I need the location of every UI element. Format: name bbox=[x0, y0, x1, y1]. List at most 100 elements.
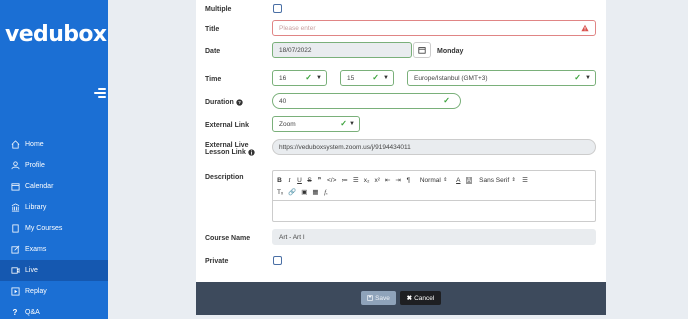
external-link-select[interactable]: Zoom ✓ ▼ bbox=[272, 116, 360, 132]
bold-button[interactable]: B bbox=[277, 177, 282, 184]
cancel-button[interactable]: ✖ Cancel bbox=[400, 291, 441, 305]
italic-button[interactable]: I bbox=[287, 177, 292, 184]
bullet-list-button[interactable]: ☰ bbox=[353, 176, 359, 184]
sidebar-item-qa[interactable]: ? Q&A bbox=[0, 302, 108, 319]
font-select[interactable]: Sans Serif bbox=[479, 177, 509, 184]
title-input[interactable]: Please enter bbox=[272, 20, 596, 36]
date-input[interactable]: 18/07/2022 bbox=[272, 42, 412, 58]
external-link-value: Zoom bbox=[279, 120, 296, 128]
valid-check-icon: ✓ bbox=[305, 73, 312, 82]
hour-value: 16 bbox=[279, 74, 287, 82]
external-live-label-line2: Lesson Link bbox=[205, 149, 246, 156]
hour-select[interactable]: 16 ✓ ▼ bbox=[272, 70, 327, 86]
question-icon: ? bbox=[12, 308, 18, 317]
editor-content-area[interactable] bbox=[273, 201, 595, 222]
menu-toggle-icon[interactable] bbox=[94, 86, 108, 100]
private-label: Private bbox=[205, 257, 229, 265]
valid-check-icon: ✓ bbox=[443, 96, 450, 105]
chevron-down-icon: ▼ bbox=[349, 121, 355, 127]
form-footer: Save ✖ Cancel bbox=[196, 282, 606, 315]
edit-icon bbox=[10, 245, 20, 255]
indent-button[interactable]: ⇥ bbox=[395, 176, 400, 184]
save-icon bbox=[367, 295, 373, 301]
info-circle-icon bbox=[248, 149, 255, 156]
chevron-down-icon: ▼ bbox=[316, 75, 322, 81]
duration-value: 40 bbox=[279, 97, 287, 105]
timezone-select[interactable]: Europe/Istanbul (GMT+3) ✓ ▼ bbox=[407, 70, 596, 86]
sidebar-item-label: Library bbox=[25, 204, 47, 211]
book-icon bbox=[10, 224, 20, 234]
user-icon bbox=[10, 161, 20, 171]
description-editor: B I U S ❞ </> ≔ ☰ x₂ x² ⇤ ⇥ ¶ Normal ⇕ A… bbox=[272, 170, 596, 222]
editor-toolbar: B I U S ❞ </> ≔ ☰ x₂ x² ⇤ ⇥ ¶ Normal ⇕ A… bbox=[273, 171, 595, 201]
clear-format-button[interactable]: Tₓ bbox=[277, 189, 283, 196]
code-button[interactable]: </> bbox=[327, 177, 336, 184]
video-embed-icon[interactable]: ▦ bbox=[312, 188, 318, 196]
sidebar: vedubox Home Profile Calendar Library My… bbox=[0, 0, 108, 319]
image-icon[interactable]: ▣ bbox=[301, 188, 307, 196]
chevron-down-icon: ▼ bbox=[585, 75, 591, 81]
svg-text:?: ? bbox=[238, 100, 241, 105]
sidebar-item-label: Live bbox=[25, 267, 38, 274]
strike-button[interactable]: S bbox=[307, 177, 312, 184]
sidebar-item-replay[interactable]: Replay bbox=[0, 281, 108, 302]
outdent-button[interactable]: ⇤ bbox=[385, 176, 390, 184]
direction-button[interactable]: ¶ bbox=[406, 177, 411, 184]
sidebar-item-label: Profile bbox=[25, 162, 45, 169]
home-icon bbox=[10, 140, 20, 150]
question-circle-icon: ? bbox=[236, 98, 243, 106]
course-name-label: Course Name bbox=[205, 234, 251, 242]
sidebar-item-label: Q&A bbox=[25, 309, 40, 316]
background-color-icon[interactable]: A bbox=[465, 176, 473, 184]
date-value: 18/07/2022 bbox=[279, 46, 312, 54]
minute-select[interactable]: 15 ✓ ▼ bbox=[340, 70, 394, 86]
sidebar-item-library[interactable]: Library bbox=[0, 197, 108, 218]
sidebar-item-label: Home bbox=[25, 141, 44, 148]
font-color-icon[interactable]: A bbox=[456, 177, 461, 184]
external-live-link-input[interactable]: https://veduboxsystem.zoom.us/j/91944340… bbox=[272, 139, 596, 155]
multiple-checkbox[interactable] bbox=[273, 4, 282, 13]
calendar-button[interactable] bbox=[413, 42, 431, 58]
formula-button[interactable]: fₓ bbox=[324, 189, 329, 196]
sidebar-item-exams[interactable]: Exams bbox=[0, 239, 108, 260]
underline-button[interactable]: U bbox=[297, 177, 302, 184]
sidebar-item-home[interactable]: Home bbox=[0, 134, 108, 155]
blockquote-button[interactable]: ❞ bbox=[317, 176, 322, 184]
cancel-label: Cancel bbox=[414, 294, 435, 302]
title-label: Title bbox=[205, 25, 220, 33]
font-select-arrow-icon: ⇕ bbox=[511, 177, 516, 183]
save-button[interactable]: Save bbox=[361, 291, 396, 305]
subscript-button[interactable]: x₂ bbox=[364, 177, 370, 184]
save-label: Save bbox=[375, 294, 390, 302]
chevron-down-icon: ▼ bbox=[383, 75, 389, 81]
sidebar-nav: Home Profile Calendar Library My Courses… bbox=[0, 134, 108, 319]
logo: vedubox bbox=[5, 22, 107, 47]
private-checkbox[interactable] bbox=[273, 256, 282, 265]
title-placeholder: Please enter bbox=[279, 24, 316, 32]
duration-label: Duration bbox=[205, 98, 234, 106]
sidebar-item-label: Calendar bbox=[25, 183, 54, 190]
sidebar-item-label: My Courses bbox=[25, 225, 63, 232]
duration-input[interactable]: 40 ✓ bbox=[272, 93, 461, 109]
sidebar-item-profile[interactable]: Profile bbox=[0, 155, 108, 176]
sidebar-item-live[interactable]: Live bbox=[0, 260, 108, 281]
multiple-label: Multiple bbox=[205, 5, 232, 13]
superscript-button[interactable]: x² bbox=[375, 177, 380, 184]
live-lesson-form: Multiple Title Please enter Date 18/07/2… bbox=[196, 0, 606, 282]
calendar-icon bbox=[10, 182, 20, 192]
link-icon[interactable]: 🔗 bbox=[288, 188, 296, 196]
warning-icon bbox=[581, 24, 589, 32]
ordered-list-button[interactable]: ≔ bbox=[341, 176, 348, 184]
valid-check-icon: ✓ bbox=[340, 119, 347, 128]
time-label: Time bbox=[205, 75, 222, 83]
align-button[interactable]: ☰ bbox=[522, 176, 528, 184]
sidebar-item-calendar[interactable]: Calendar bbox=[0, 176, 108, 197]
sidebar-item-my-courses[interactable]: My Courses bbox=[0, 218, 108, 239]
header-select[interactable]: Normal bbox=[420, 177, 441, 184]
external-live-link-value: https://veduboxsystem.zoom.us/j/91944340… bbox=[279, 143, 411, 151]
description-label: Description bbox=[205, 173, 244, 181]
day-name: Monday bbox=[437, 47, 464, 55]
valid-check-icon: ✓ bbox=[372, 73, 379, 82]
minute-value: 15 bbox=[347, 74, 355, 82]
calendar-icon bbox=[418, 47, 426, 54]
